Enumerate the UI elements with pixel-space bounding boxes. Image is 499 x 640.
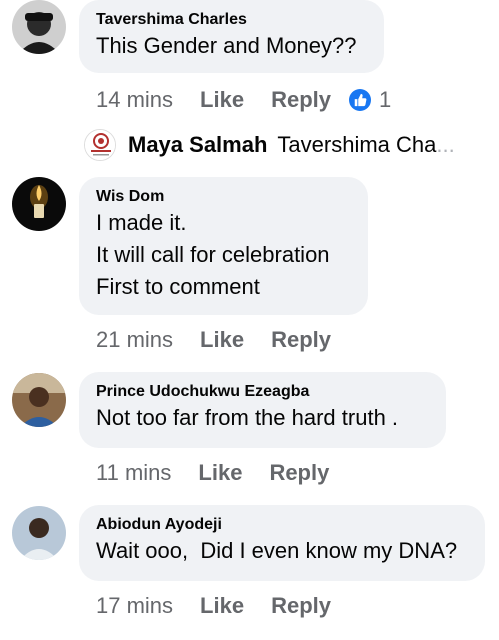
comment-actions: 14 mins Like Reply 1 (96, 85, 391, 115)
comment-time[interactable]: 21 mins (96, 327, 173, 353)
thumbs-up-icon (349, 89, 371, 111)
comment-actions: 21 mins Like Reply (96, 325, 358, 355)
comment-bubble: Tavershima Charles This Gender and Money… (79, 0, 384, 73)
reply-preview[interactable]: Maya Salmah Tavershima Cha... (84, 128, 455, 162)
reply-button[interactable]: Reply (269, 460, 329, 486)
comment-time[interactable]: 17 mins (96, 593, 173, 619)
comment-actions: 11 mins Like Reply (96, 458, 356, 488)
avatar-wis-dom[interactable] (12, 177, 66, 231)
comment-author[interactable]: Wis Dom (96, 187, 350, 207)
comment-text-line-3: First to comment (96, 274, 260, 299)
like-button[interactable]: Like (200, 327, 244, 353)
reply-text: Tavershima Cha (277, 132, 437, 157)
comment-bubble: Wis Dom I made it. It will call for cele… (79, 177, 368, 315)
person-with-cap-avatar-icon (12, 0, 66, 54)
comment-text: Not too far from the hard truth . (96, 405, 399, 430)
reply-button[interactable]: Reply (271, 593, 331, 619)
reply-ellipsis: ... (436, 132, 455, 157)
logo-badge-avatar-icon (84, 129, 116, 161)
comment-actions: 17 mins Like Reply (96, 591, 358, 621)
reaction-count: 1 (379, 87, 392, 112)
avatar-tavershima-charles[interactable] (12, 0, 66, 54)
candle-avatar-icon (12, 177, 66, 231)
like-button[interactable]: Like (198, 460, 242, 486)
comment-bubble: Prince Udochukwu Ezeagba Not too far fro… (79, 372, 446, 448)
person-avatar-icon (12, 373, 66, 427)
comment-time[interactable]: 14 mins (96, 87, 173, 113)
comment-bubble: Abiodun Ayodeji Wait ooo, Did I even kno… (79, 505, 485, 581)
avatar-prince-udochukwu-ezeagba[interactable] (12, 373, 66, 427)
reaction-summary[interactable]: 1 (349, 87, 391, 113)
like-button[interactable]: Like (200, 87, 244, 113)
like-button[interactable]: Like (200, 593, 244, 619)
comment-text-line-2: It will call for celebration (96, 242, 330, 267)
reply-button[interactable]: Reply (271, 327, 331, 353)
comment-text: Wait ooo, Did I even know my DNA? (96, 538, 458, 563)
comment-time[interactable]: 11 mins (96, 460, 171, 486)
person-avatar-icon (12, 506, 66, 560)
reply-button[interactable]: Reply (271, 87, 331, 113)
avatar-abiodun-ayodeji[interactable] (12, 506, 66, 560)
reply-author[interactable]: Maya Salmah (128, 132, 267, 158)
comment-text: This Gender and Money?? (96, 33, 357, 58)
comment-author[interactable]: Tavershima Charles (96, 10, 366, 30)
comment-text-line-1: I made it. (96, 210, 187, 235)
comment-author[interactable]: Abiodun Ayodeji (96, 515, 467, 535)
comment-author[interactable]: Prince Udochukwu Ezeagba (96, 382, 428, 402)
